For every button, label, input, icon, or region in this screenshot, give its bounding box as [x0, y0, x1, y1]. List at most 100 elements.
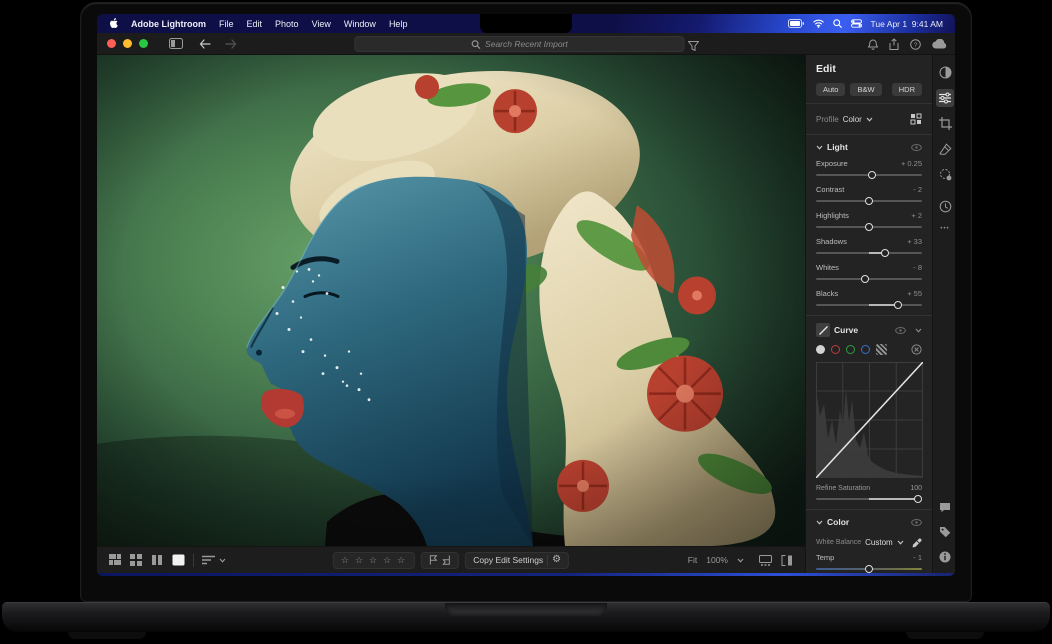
photo-grid-view-icon[interactable]: [109, 554, 121, 566]
fit-label[interactable]: Fit: [688, 555, 697, 565]
slideshow-icon[interactable]: [759, 555, 772, 566]
menu-edit[interactable]: Edit: [247, 19, 263, 29]
share-icon[interactable]: [889, 38, 899, 50]
presets-icon[interactable]: [939, 66, 952, 79]
help-icon[interactable]: ?: [910, 39, 921, 50]
color-collapse-chevron-icon[interactable]: [816, 520, 823, 525]
masking-icon[interactable]: [939, 168, 952, 181]
menu-window[interactable]: Window: [344, 19, 376, 29]
curve-visibility-eye-icon[interactable]: [895, 327, 906, 334]
color-section-title[interactable]: Color: [827, 517, 849, 527]
apple-menu-icon[interactable]: [109, 18, 118, 29]
shadows-slider[interactable]: Shadows+ 33: [816, 237, 922, 254]
auto-button[interactable]: Auto: [816, 83, 845, 96]
slider-knob[interactable]: [865, 565, 873, 573]
slider-knob[interactable]: [894, 301, 902, 309]
reject-flag-icon[interactable]: [442, 555, 451, 565]
gear-icon[interactable]: ⚙: [552, 555, 561, 565]
slider-knob[interactable]: [861, 275, 869, 283]
star-icon[interactable]: ☆: [341, 555, 351, 566]
star-rating[interactable]: ☆ ☆ ☆ ☆ ☆: [333, 552, 415, 569]
white-balance-chevron-icon[interactable]: [897, 540, 904, 545]
curve-section-title[interactable]: Curve: [834, 325, 858, 335]
light-collapse-chevron-icon[interactable]: [816, 145, 823, 150]
info-icon[interactable]: [939, 551, 951, 563]
control-center-icon[interactable]: [851, 19, 862, 28]
notifications-bell-icon[interactable]: [868, 39, 878, 50]
spotlight-search-icon[interactable]: [833, 19, 842, 28]
pick-flag-icon[interactable]: [429, 555, 438, 565]
eyedropper-icon[interactable]: [912, 538, 922, 548]
contrast-slider[interactable]: Contrast- 2: [816, 185, 922, 202]
light-visibility-eye-icon[interactable]: [911, 144, 922, 151]
hdr-button[interactable]: HDR: [892, 83, 922, 96]
star-icon[interactable]: ☆: [397, 555, 407, 566]
zoom-chevron-icon[interactable]: [737, 558, 744, 563]
curve-channel-all[interactable]: [816, 345, 825, 354]
crop-icon[interactable]: [939, 117, 952, 130]
refine-saturation-slider[interactable]: [816, 498, 922, 500]
keywords-icon[interactable]: [939, 526, 951, 538]
detail-view-icon[interactable]: [172, 554, 185, 566]
color-visibility-eye-icon[interactable]: [911, 519, 922, 526]
cloud-sync-icon[interactable]: [932, 39, 947, 49]
curve-tool-icon[interactable]: [816, 323, 830, 337]
profile-chevron-icon[interactable]: [866, 117, 873, 122]
curve-channel-red[interactable]: [831, 345, 840, 354]
compare-view-icon[interactable]: [151, 554, 163, 566]
menu-file[interactable]: File: [219, 19, 234, 29]
search-input[interactable]: Search Recent Import: [354, 36, 684, 52]
bw-button[interactable]: B&W: [850, 83, 881, 96]
healing-icon[interactable]: [939, 143, 952, 155]
menu-photo[interactable]: Photo: [275, 19, 299, 29]
slider-knob[interactable]: [914, 495, 922, 503]
zoom-level[interactable]: 100%: [706, 555, 728, 565]
highlights-slider[interactable]: Highlights+ 2: [816, 211, 922, 228]
star-icon[interactable]: ☆: [355, 555, 365, 566]
tone-curve-plot[interactable]: [816, 362, 923, 478]
profile-browser-icon[interactable]: [910, 113, 922, 125]
curve-channel-blue[interactable]: [861, 345, 870, 354]
temp-slider[interactable]: Temp- 1: [816, 553, 922, 570]
reset-curve-icon[interactable]: [911, 344, 922, 355]
blacks-slider[interactable]: Blacks+ 55: [816, 289, 922, 306]
slider-knob[interactable]: [868, 171, 876, 179]
sort-chevron-icon[interactable]: [219, 558, 226, 563]
star-icon[interactable]: ☆: [383, 555, 393, 566]
curve-channel-green[interactable]: [846, 345, 855, 354]
copy-edit-settings-button[interactable]: Copy Edit Settings: [473, 555, 543, 565]
comments-icon[interactable]: [939, 502, 951, 513]
back-arrow-icon[interactable]: [199, 39, 211, 49]
light-section-title[interactable]: Light: [827, 142, 848, 152]
edit-sliders-icon[interactable]: [936, 89, 954, 107]
macos-menubar: Adobe Lightroom File Edit Photo View Win…: [97, 14, 955, 33]
battery-icon[interactable]: [788, 19, 804, 28]
sidebar-toggle-icon[interactable]: [169, 38, 183, 49]
before-after-icon[interactable]: [781, 555, 793, 566]
versions-icon[interactable]: [939, 200, 952, 213]
slider-knob[interactable]: [865, 223, 873, 231]
targeted-adjustment-icon[interactable]: [876, 344, 887, 355]
slider-knob[interactable]: [865, 197, 873, 205]
menu-help[interactable]: Help: [389, 19, 408, 29]
fullscreen-button[interactable]: [139, 39, 148, 48]
slider-knob[interactable]: [881, 249, 889, 257]
white-balance-value[interactable]: Custom: [865, 538, 893, 547]
exposure-slider[interactable]: Exposure+ 0.25: [816, 159, 922, 176]
forward-arrow-icon[interactable]: [225, 39, 237, 49]
filter-icon[interactable]: [688, 38, 699, 56]
curve-collapse-chevron-icon[interactable]: [915, 328, 922, 333]
whites-slider[interactable]: Whites- 8: [816, 263, 922, 280]
wifi-icon[interactable]: [813, 19, 824, 28]
sort-icon[interactable]: [202, 555, 215, 565]
more-tools-icon[interactable]: •••: [940, 226, 949, 232]
minimize-button[interactable]: [123, 39, 132, 48]
menubar-clock[interactable]: Tue Apr 1 9:41 AM: [871, 19, 943, 29]
profile-value[interactable]: Color: [843, 115, 862, 124]
menu-view[interactable]: View: [312, 19, 331, 29]
photo-canvas[interactable]: [97, 55, 805, 546]
square-grid-view-icon[interactable]: [130, 554, 142, 566]
star-icon[interactable]: ☆: [369, 555, 379, 566]
menubar-app-name[interactable]: Adobe Lightroom: [131, 19, 206, 29]
close-button[interactable]: [107, 39, 116, 48]
